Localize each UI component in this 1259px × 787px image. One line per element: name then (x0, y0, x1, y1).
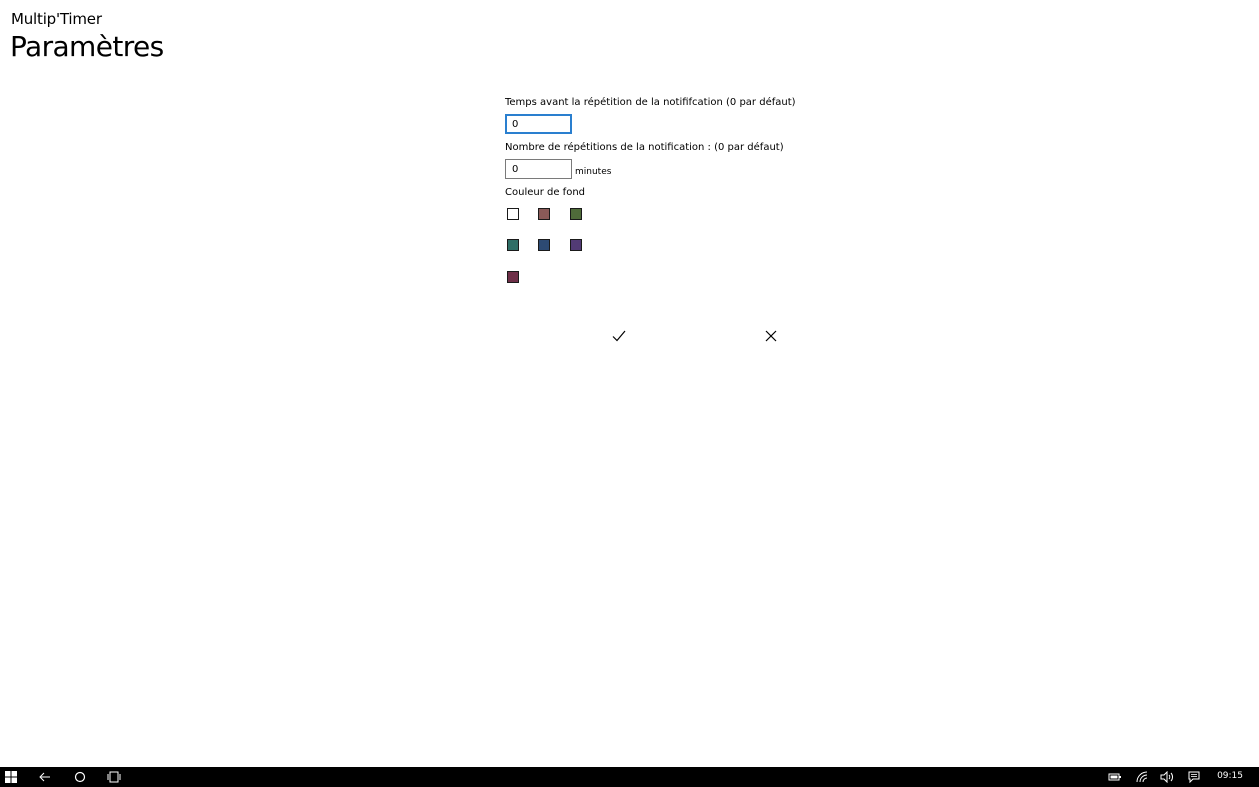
windows-start-icon[interactable] (4, 770, 18, 784)
color-swatch-teal[interactable] (507, 239, 519, 251)
cancel-button[interactable] (758, 323, 784, 349)
repeat-delay-label: Temps avant la répétition de la notififc… (505, 97, 796, 108)
color-swatch-olive[interactable] (570, 208, 582, 220)
color-swatch-brown[interactable] (538, 208, 550, 220)
page-title: Paramètres (10, 30, 164, 63)
repeat-count-label: Nombre de répétitions de la notification… (505, 142, 784, 153)
app-name: Multip'Timer (11, 10, 102, 28)
taskbar: 09:15 (0, 767, 1259, 787)
battery-icon[interactable] (1108, 770, 1122, 784)
notifications-icon[interactable] (1187, 770, 1201, 784)
repeat-count-input[interactable] (505, 159, 572, 179)
task-view-icon[interactable] (107, 770, 121, 784)
close-icon (765, 330, 777, 342)
color-swatch-plum[interactable] (507, 271, 519, 283)
confirm-button[interactable] (606, 323, 632, 349)
repeat-count-units: minutes (575, 167, 612, 177)
repeat-delay-input[interactable] (505, 114, 572, 134)
wifi-icon[interactable] (1135, 770, 1149, 784)
background-color-label: Couleur de fond (505, 187, 585, 198)
cortana-icon[interactable] (73, 770, 87, 784)
color-swatch-navy[interactable] (538, 239, 550, 251)
color-swatch-white[interactable] (507, 208, 519, 220)
color-swatch-purple[interactable] (570, 239, 582, 251)
back-icon[interactable] (38, 770, 52, 784)
taskbar-clock[interactable]: 09:15 (1217, 771, 1243, 781)
checkmark-icon (612, 330, 626, 342)
volume-icon[interactable] (1160, 770, 1174, 784)
